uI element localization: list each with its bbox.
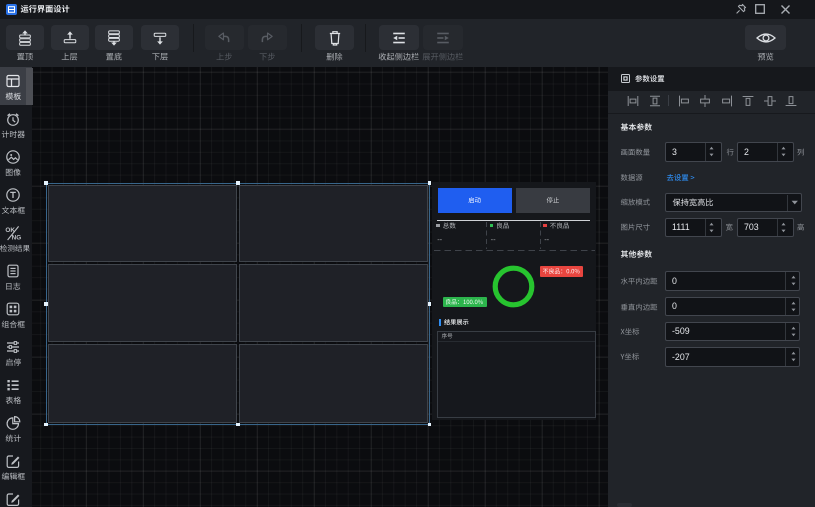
svg-text:NG: NG: [12, 235, 21, 241]
